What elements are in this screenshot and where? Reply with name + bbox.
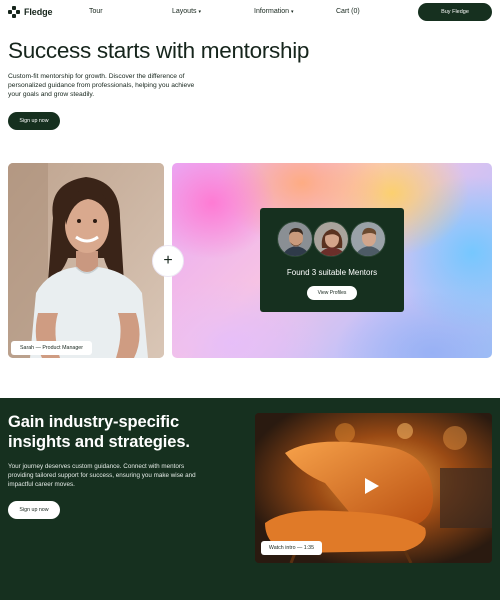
hero-title: Success starts with mentorship (8, 38, 310, 63)
nav-item-layouts[interactable]: Layouts ▾ (172, 8, 201, 15)
buy-button[interactable]: Buy Fledge (418, 3, 492, 21)
nav-item-cart[interactable]: Cart (0) (336, 8, 360, 15)
nav-item-information[interactable]: Information ▾ (254, 8, 294, 15)
chevron-down-icon: ▾ (291, 9, 294, 15)
photo-caption-tag: Sarah — Product Manager (11, 341, 92, 355)
mentor-avatar (277, 221, 313, 257)
logo-text: Fledge (24, 7, 53, 17)
plus-icon: + (152, 245, 184, 277)
mentor-avatar (313, 221, 349, 257)
hero-signup-button[interactable]: Sign up now (8, 112, 60, 130)
insights-title: Gain industry-specific insights and stra… (8, 413, 190, 451)
insights-signup-button[interactable]: Sign up now (8, 501, 60, 519)
nav-item-label: Cart (0) (336, 8, 360, 15)
person-photo-image (8, 163, 164, 358)
chevron-down-icon: ▾ (198, 9, 202, 15)
nav-item-label: Tour (89, 8, 103, 15)
nav-item-label: Layouts (172, 8, 197, 15)
mentor-match-text: Found 3 suitable Mentors (286, 268, 378, 277)
nav-item-tour[interactable]: Tour (89, 8, 103, 15)
play-icon[interactable] (365, 478, 379, 494)
view-profiles-button[interactable]: View Profiles (307, 286, 357, 300)
nav-item-label: Information (254, 8, 290, 15)
logo[interactable]: Fledge (8, 6, 53, 18)
hero-subtitle: Custom-fit mentorship for growth. Discov… (8, 73, 195, 98)
mentee-photo (8, 163, 164, 358)
fledge-logo-icon (8, 6, 20, 18)
mentor-avatar (350, 221, 386, 257)
insights-subtitle: Your journey deserves custom guidance. C… (8, 463, 196, 488)
top-nav: Fledge Tour Layouts ▾ Information ▾ Cart (… (0, 0, 500, 26)
video-duration-tag: Watch intro — 1:35 (261, 541, 322, 555)
